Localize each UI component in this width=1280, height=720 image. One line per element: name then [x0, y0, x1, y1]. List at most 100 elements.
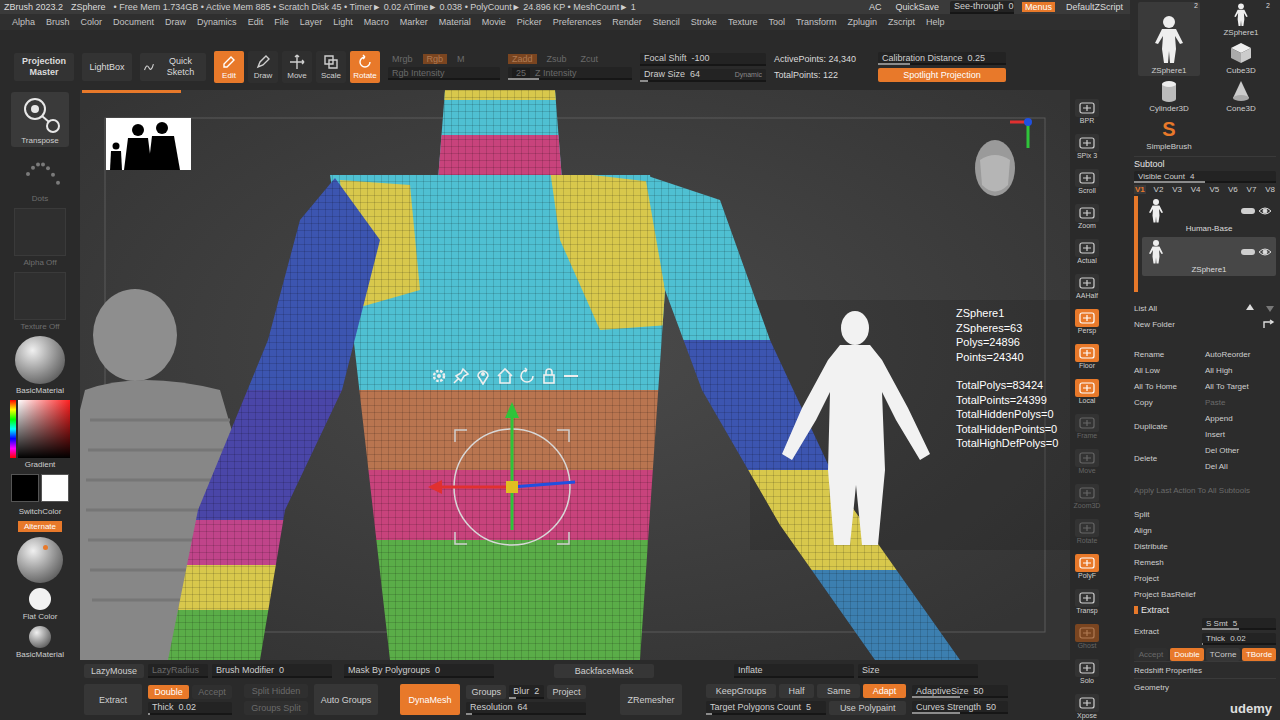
slider[interactable]: Target Polygons Count5	[706, 701, 826, 715]
texture-button[interactable]: Texture Off	[14, 272, 66, 331]
eye-icon[interactable]	[1258, 206, 1272, 216]
action-button[interactable]: Project BasRelief	[1134, 586, 1195, 602]
z-intensity-slider[interactable]: 25Z Intensity	[508, 67, 632, 80]
mode-button[interactable]: Scale	[316, 51, 346, 83]
view-button[interactable]: Zoom3D	[1074, 479, 1101, 513]
zscript-button[interactable]: DefaultZScript	[1063, 2, 1126, 12]
view-button[interactable]: Move	[1075, 444, 1099, 478]
action-button[interactable]: Align	[1134, 522, 1152, 538]
s-smt-slider[interactable]: S Smt5	[1202, 618, 1276, 630]
toggle-button[interactable]: DynaMesh	[400, 684, 460, 715]
extract-header[interactable]: Extract	[1134, 602, 1276, 618]
menu-item[interactable]: Texture	[728, 17, 758, 27]
tool-thumbnail[interactable]: Cylinder3D	[1138, 78, 1200, 114]
stroke-button[interactable]: Dots	[17, 152, 63, 203]
action-button[interactable]: Del Other	[1205, 442, 1276, 458]
view-button[interactable]: Local	[1075, 374, 1099, 408]
view-button[interactable]: Xpose	[1075, 689, 1099, 720]
action-button[interactable]: Apply Last Action To All Subtools	[1134, 482, 1250, 498]
gear-icon[interactable]	[430, 367, 448, 385]
action-button[interactable]: Duplicate	[1134, 410, 1205, 442]
visible-count-slider[interactable]: Visible Count4	[1134, 171, 1276, 183]
menu-item[interactable]: Picker	[517, 17, 542, 27]
subtool-item[interactable]: ZSphere1	[1142, 237, 1276, 276]
calibration-slider[interactable]: Calibration Distance0.25	[878, 52, 1006, 65]
menu-item[interactable]: Macro	[364, 17, 389, 27]
action-button[interactable]: Remesh	[1134, 554, 1164, 570]
polypaint-toggle[interactable]	[1241, 208, 1255, 214]
action-button[interactable]: All Low	[1134, 362, 1205, 378]
view-button[interactable]: Frame	[1075, 409, 1099, 443]
menu-item[interactable]: Help	[926, 17, 945, 27]
tool-thumbnail[interactable]: Cube3D	[1210, 40, 1272, 76]
action-button[interactable]: Del All	[1205, 458, 1276, 474]
color-swatch[interactable]	[41, 474, 69, 502]
extract-option[interactable]: Accept	[1134, 648, 1168, 661]
lock-icon[interactable]	[540, 367, 558, 385]
subtool-scrollbar[interactable]	[1134, 196, 1138, 292]
action-button[interactable]: All High	[1205, 362, 1276, 378]
z-mode-button[interactable]: Zsub	[543, 54, 571, 64]
menu-item[interactable]: Document	[113, 17, 154, 27]
palette-section[interactable]: Redshift Properties	[1134, 661, 1276, 678]
focal-shift-slider[interactable]: Focal Shift-100	[640, 53, 766, 66]
menu-item[interactable]: Material	[439, 17, 471, 27]
view-button[interactable]: Scroll	[1075, 164, 1099, 198]
menu-item[interactable]: Draw	[165, 17, 186, 27]
arrow-up-icon[interactable]	[1244, 303, 1256, 313]
action-button[interactable]: Append	[1205, 410, 1276, 426]
folder-arrow-icon[interactable]	[1262, 319, 1276, 329]
mode-button[interactable]: Rotate	[350, 51, 380, 83]
menu-item[interactable]: Color	[81, 17, 103, 27]
action-button[interactable]: All To Target	[1205, 378, 1276, 394]
action-button[interactable]: Project	[1134, 570, 1159, 586]
polypaint-toggle[interactable]	[1241, 249, 1255, 255]
menus-button[interactable]: Menus	[1022, 2, 1055, 12]
view-button[interactable]: Zoom	[1075, 199, 1099, 233]
see-through-slider[interactable]: See-through0	[950, 1, 1014, 14]
version-tab[interactable]: V6	[1227, 185, 1239, 194]
palette-section[interactable]: Geometry	[1134, 678, 1276, 695]
toggle-button[interactable]: Groups Split	[244, 701, 308, 715]
z-mode-button[interactable]: Zadd	[508, 54, 537, 64]
toggle-button[interactable]: Double	[148, 685, 189, 699]
pin-icon[interactable]	[452, 367, 470, 385]
tool-thumbnail[interactable]: SSimpleBrush	[1138, 116, 1200, 152]
slider[interactable]: Inflate	[734, 664, 854, 678]
view-button[interactable]: AAHalf	[1075, 269, 1099, 303]
action-button[interactable]: Insert	[1205, 426, 1276, 442]
rgb-mode-button[interactable]: Rgb	[423, 54, 448, 64]
menu-item[interactable]: Edit	[248, 17, 264, 27]
toggle-button[interactable]: Split Hidden	[244, 684, 308, 698]
action-button[interactable]: Split	[1134, 506, 1150, 522]
extract-option[interactable]: Double	[1170, 648, 1204, 661]
material-button[interactable]: Flat Color	[23, 588, 58, 621]
color-swatch[interactable]	[11, 474, 39, 502]
menu-item[interactable]: Marker	[400, 17, 428, 27]
version-tab[interactable]: V4	[1190, 185, 1202, 194]
view-button[interactable]: BPR	[1075, 94, 1099, 128]
color-picker[interactable]: Gradient	[10, 400, 70, 469]
view-button[interactable]: Solo	[1075, 654, 1099, 688]
slider[interactable]: Blur2	[509, 685, 544, 699]
extract-option[interactable]: TCorne	[1206, 648, 1240, 661]
view-button[interactable]: Actual	[1075, 234, 1099, 268]
slider[interactable]: Size	[858, 664, 978, 678]
mode-button[interactable]: Move	[282, 51, 312, 83]
version-tab[interactable]: V3	[1171, 185, 1183, 194]
menu-item[interactable]: Transform	[796, 17, 837, 27]
version-tab[interactable]: V7	[1246, 185, 1258, 194]
tool-thumbnail[interactable]: 2ZSphere1	[1138, 2, 1200, 76]
tool-thumbnail[interactable]: Cone3D	[1210, 78, 1272, 114]
extract-button[interactable]: Extract	[1134, 624, 1198, 640]
menu-item[interactable]: Brush	[46, 17, 70, 27]
toggle-button[interactable]: LazyMouse	[84, 664, 144, 678]
thick-slider[interactable]: Thick0.02	[1202, 633, 1276, 645]
transpose-button[interactable]: Transpose	[11, 92, 69, 147]
extract-option[interactable]: TBorde	[1242, 648, 1276, 661]
version-tab[interactable]: V5	[1208, 185, 1220, 194]
menu-item[interactable]: Zscript	[888, 17, 915, 27]
mode-button[interactable]: Draw	[248, 51, 278, 83]
menu-item[interactable]: Tool	[768, 17, 785, 27]
view-button[interactable]: Ghost	[1075, 619, 1099, 653]
